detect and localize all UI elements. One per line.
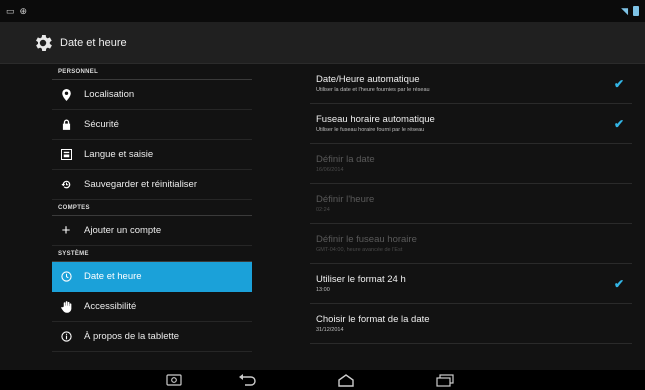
screen-notification-icon: ▭ bbox=[6, 5, 15, 16]
home-icon[interactable] bbox=[333, 370, 359, 390]
setting-summary: 31/12/2014 bbox=[316, 327, 344, 333]
nav-item-label: Ajouter un compte bbox=[84, 225, 162, 236]
settings-category-list: PERSONNEL Localisation Sécurité Langue e… bbox=[52, 64, 252, 370]
section-header-personnel: PERSONNEL bbox=[52, 64, 252, 80]
keyboard-icon bbox=[58, 149, 74, 160]
setting-title: Utiliser le format 24 h bbox=[316, 274, 406, 285]
hand-icon bbox=[58, 300, 74, 313]
nav-item-label: Date et heure bbox=[84, 271, 142, 282]
recent-apps-icon[interactable] bbox=[432, 370, 458, 390]
setting-summary: Utiliser la date et l'heure fournies par… bbox=[316, 87, 430, 93]
info-icon bbox=[58, 331, 74, 342]
setting-set-date: Définir la date 16/06/2014 bbox=[310, 144, 632, 184]
screenshot-icon[interactable] bbox=[162, 370, 186, 390]
checkmark-icon[interactable]: ✔ bbox=[614, 277, 624, 291]
android-notification-icon: ⊕ bbox=[19, 5, 28, 16]
clock-icon bbox=[58, 271, 74, 282]
setting-title: Définir la date bbox=[316, 154, 375, 165]
status-system: ◥ bbox=[621, 6, 639, 17]
action-bar: Date et heure bbox=[0, 22, 645, 64]
nav-item-langue-et-saisie[interactable]: Langue et saisie bbox=[52, 140, 252, 170]
status-notifications: ▭ ⊕ bbox=[6, 6, 27, 17]
setting-title: Définir l'heure bbox=[316, 194, 375, 205]
section-header-systeme: SYSTÈME bbox=[52, 246, 252, 262]
location-pin-icon bbox=[58, 88, 74, 101]
status-bar: ▭ ⊕ ◥ bbox=[0, 0, 645, 22]
nav-item-a-propos[interactable]: À propos de la tablette bbox=[52, 322, 252, 352]
nav-item-accessibilite[interactable]: Accessibilité bbox=[52, 292, 252, 322]
nav-item-sauvegarder[interactable]: Sauvegarder et réinitialiser bbox=[52, 170, 252, 200]
nav-item-label: Sauvegarder et réinitialiser bbox=[84, 179, 198, 190]
setting-set-timezone: Définir le fuseau horaire GMT-04:00, heu… bbox=[310, 224, 632, 264]
plus-icon: + bbox=[61, 222, 71, 239]
backup-icon bbox=[58, 179, 74, 190]
nav-item-label: Localisation bbox=[84, 89, 135, 100]
section-header-comptes: COMPTES bbox=[52, 200, 252, 216]
setting-title: Fuseau horaire automatique bbox=[316, 114, 435, 125]
setting-summary: 16/06/2014 bbox=[316, 167, 344, 173]
setting-24h-format[interactable]: Utiliser le format 24 h 13:00 ✔ bbox=[310, 264, 632, 304]
nav-item-securite[interactable]: Sécurité bbox=[52, 110, 252, 140]
setting-set-time: Définir l'heure 02:24 bbox=[310, 184, 632, 224]
page-title: Date et heure bbox=[60, 36, 127, 49]
settings-gear-icon[interactable] bbox=[30, 30, 56, 56]
back-icon[interactable] bbox=[234, 370, 260, 390]
navigation-bar bbox=[0, 370, 645, 390]
lock-icon bbox=[58, 119, 74, 130]
nav-item-label: Langue et saisie bbox=[84, 149, 154, 160]
nav-item-ajouter-un-compte[interactable]: + Ajouter un compte bbox=[52, 216, 252, 246]
wifi-icon: ◥ bbox=[621, 5, 628, 16]
setting-title: Date/Heure automatique bbox=[316, 74, 420, 85]
nav-item-label: Accessibilité bbox=[84, 301, 137, 312]
setting-summary: GMT-04:00, heure avancée de l'Est bbox=[316, 247, 403, 253]
checkmark-icon[interactable]: ✔ bbox=[614, 77, 624, 91]
setting-summary: Utiliser le fuseau horaire fourni par le… bbox=[316, 127, 425, 133]
setting-summary: 13:00 bbox=[316, 287, 330, 293]
setting-summary: 02:24 bbox=[316, 207, 330, 213]
setting-title: Définir le fuseau horaire bbox=[316, 234, 417, 245]
setting-auto-timezone[interactable]: Fuseau horaire automatique Utiliser le f… bbox=[310, 104, 632, 144]
nav-item-localisation[interactable]: Localisation bbox=[52, 80, 252, 110]
settings-content: PERSONNEL Localisation Sécurité Langue e… bbox=[0, 64, 645, 370]
setting-date-format[interactable]: Choisir le format de la date 31/12/2014 bbox=[310, 304, 632, 344]
setting-auto-date-time[interactable]: Date/Heure automatique Utiliser la date … bbox=[310, 64, 632, 104]
nav-item-label: À propos de la tablette bbox=[84, 331, 180, 342]
setting-title: Choisir le format de la date bbox=[316, 314, 430, 325]
checkmark-icon[interactable]: ✔ bbox=[614, 117, 624, 131]
nav-item-label: Sécurité bbox=[84, 119, 119, 130]
nav-item-date-et-heure[interactable]: Date et heure bbox=[52, 262, 252, 292]
date-time-settings-list: Date/Heure automatique Utiliser la date … bbox=[310, 64, 632, 370]
battery-icon bbox=[633, 6, 639, 16]
